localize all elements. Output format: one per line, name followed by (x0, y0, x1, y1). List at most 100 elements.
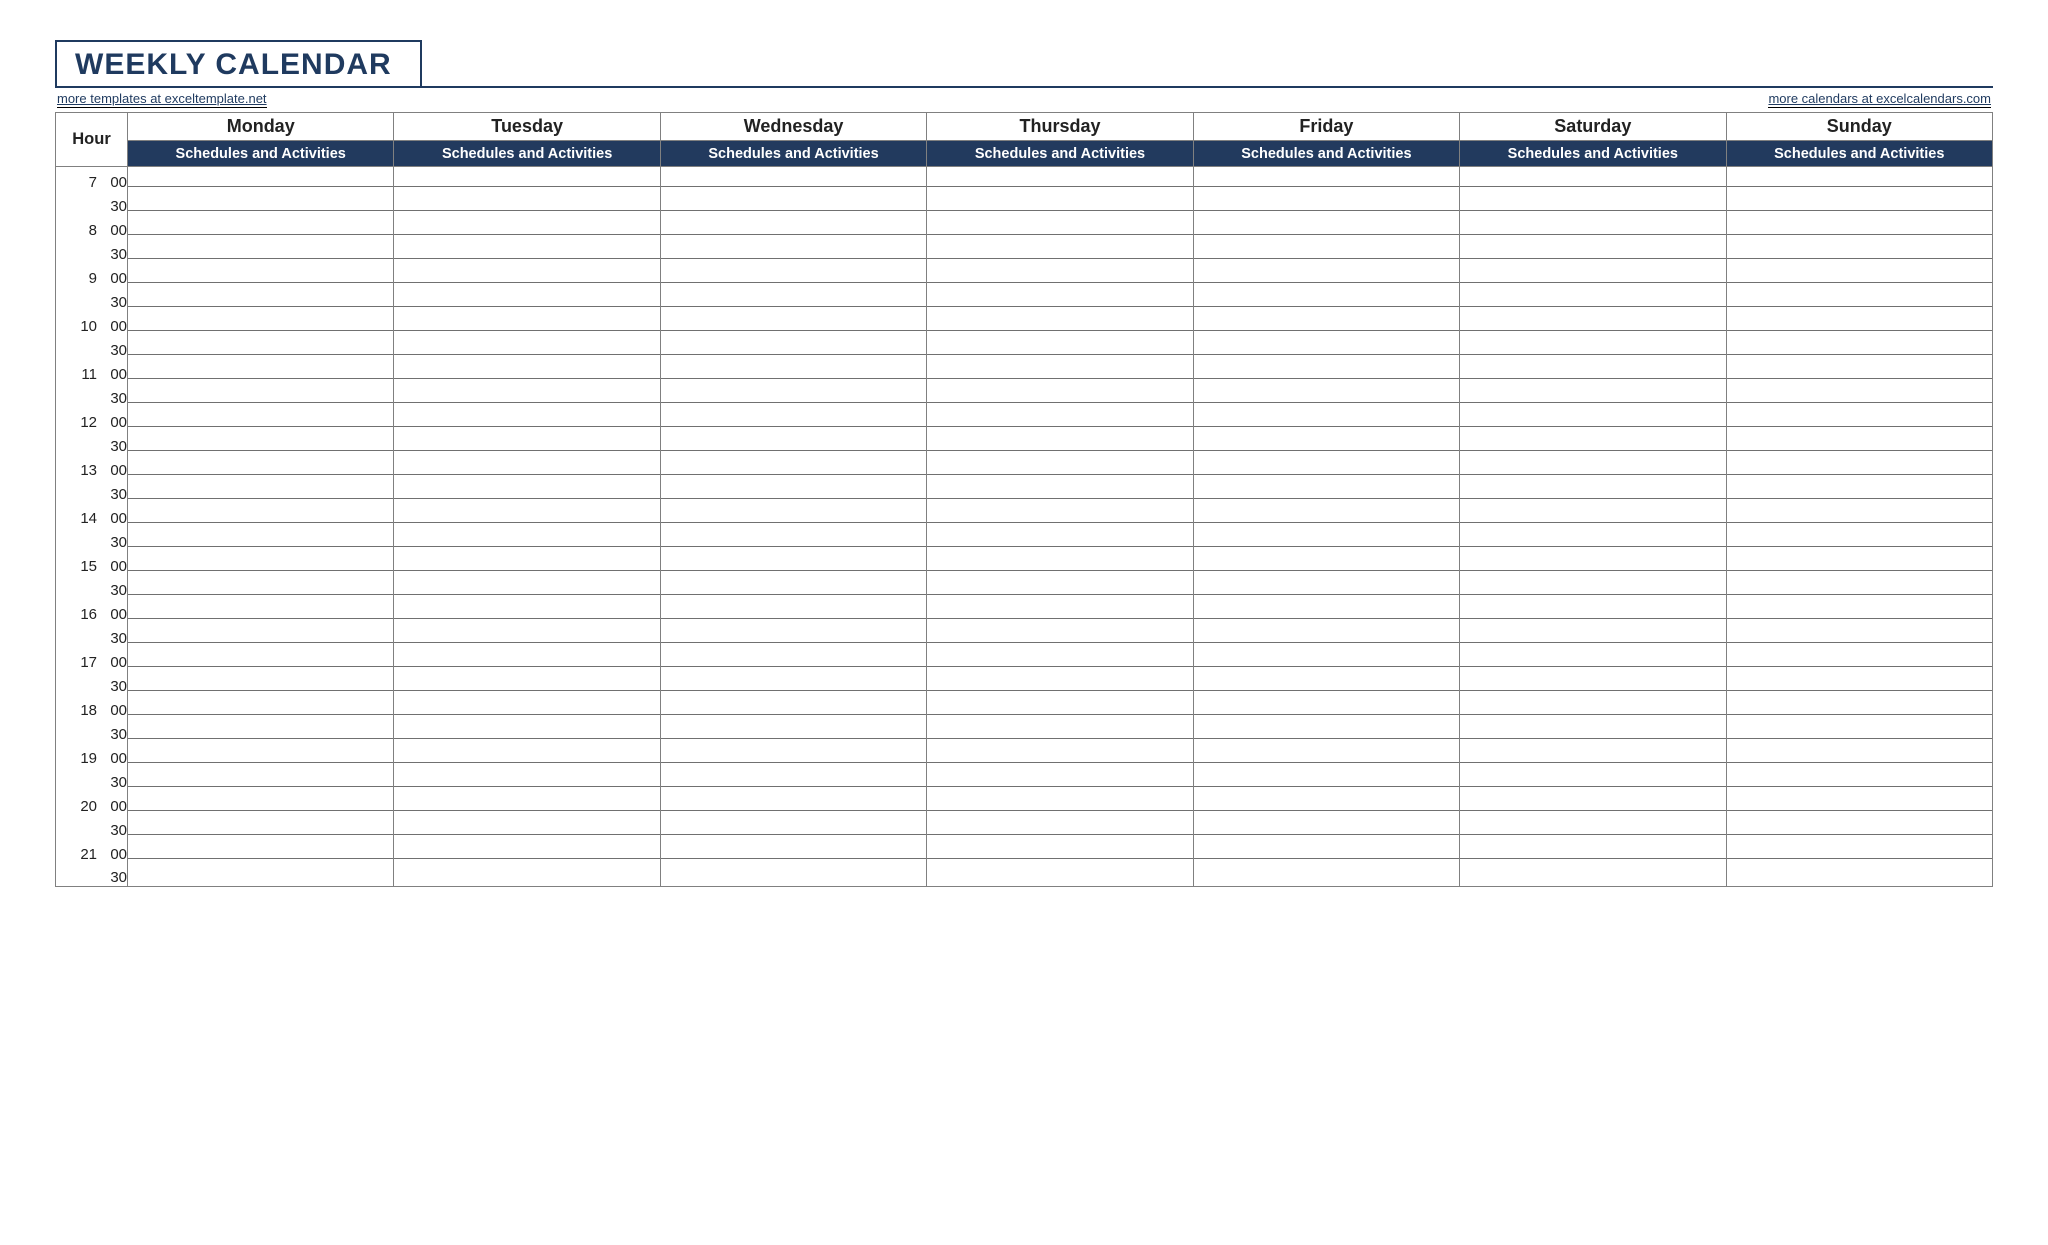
schedule-slot[interactable] (128, 335, 394, 359)
schedule-slot[interactable] (1193, 575, 1459, 599)
schedule-slot[interactable] (927, 503, 1193, 527)
schedule-slot[interactable] (1193, 503, 1459, 527)
schedule-slot[interactable] (128, 191, 394, 215)
schedule-slot[interactable] (128, 359, 394, 383)
schedule-slot[interactable] (927, 743, 1193, 767)
schedule-slot[interactable] (1193, 767, 1459, 791)
schedule-slot[interactable] (1726, 167, 1992, 191)
schedule-slot[interactable] (1460, 695, 1726, 719)
schedule-slot[interactable] (128, 167, 394, 191)
schedule-slot[interactable] (1460, 215, 1726, 239)
schedule-slot[interactable] (927, 311, 1193, 335)
schedule-slot[interactable] (660, 551, 926, 575)
schedule-slot[interactable] (1193, 191, 1459, 215)
schedule-slot[interactable] (1193, 623, 1459, 647)
schedule-slot[interactable] (128, 287, 394, 311)
schedule-slot[interactable] (128, 479, 394, 503)
schedule-slot[interactable] (394, 671, 660, 695)
schedule-slot[interactable] (128, 575, 394, 599)
schedule-slot[interactable] (128, 839, 394, 863)
schedule-slot[interactable] (128, 503, 394, 527)
schedule-slot[interactable] (1193, 263, 1459, 287)
schedule-slot[interactable] (1460, 671, 1726, 695)
schedule-slot[interactable] (394, 335, 660, 359)
schedule-slot[interactable] (128, 863, 394, 887)
schedule-slot[interactable] (128, 791, 394, 815)
schedule-slot[interactable] (1726, 359, 1992, 383)
schedule-slot[interactable] (394, 311, 660, 335)
schedule-slot[interactable] (394, 791, 660, 815)
schedule-slot[interactable] (1726, 743, 1992, 767)
schedule-slot[interactable] (1193, 551, 1459, 575)
schedule-slot[interactable] (128, 383, 394, 407)
schedule-slot[interactable] (1193, 719, 1459, 743)
schedule-slot[interactable] (660, 575, 926, 599)
schedule-slot[interactable] (394, 167, 660, 191)
schedule-slot[interactable] (1726, 431, 1992, 455)
schedule-slot[interactable] (128, 455, 394, 479)
schedule-slot[interactable] (927, 383, 1193, 407)
schedule-slot[interactable] (1726, 815, 1992, 839)
schedule-slot[interactable] (927, 239, 1193, 263)
schedule-slot[interactable] (927, 647, 1193, 671)
schedule-slot[interactable] (1726, 407, 1992, 431)
schedule-slot[interactable] (394, 623, 660, 647)
schedule-slot[interactable] (1726, 287, 1992, 311)
schedule-slot[interactable] (128, 767, 394, 791)
schedule-slot[interactable] (1193, 167, 1459, 191)
schedule-slot[interactable] (927, 623, 1193, 647)
schedule-slot[interactable] (1193, 407, 1459, 431)
schedule-slot[interactable] (128, 815, 394, 839)
schedule-slot[interactable] (660, 191, 926, 215)
schedule-slot[interactable] (1460, 647, 1726, 671)
schedule-slot[interactable] (394, 479, 660, 503)
schedule-slot[interactable] (1460, 263, 1726, 287)
schedule-slot[interactable] (128, 671, 394, 695)
schedule-slot[interactable] (660, 863, 926, 887)
schedule-slot[interactable] (1193, 527, 1459, 551)
schedule-slot[interactable] (1460, 623, 1726, 647)
schedule-slot[interactable] (394, 191, 660, 215)
schedule-slot[interactable] (128, 695, 394, 719)
schedule-slot[interactable] (1460, 503, 1726, 527)
schedule-slot[interactable] (660, 407, 926, 431)
schedule-slot[interactable] (660, 359, 926, 383)
schedule-slot[interactable] (927, 407, 1193, 431)
schedule-slot[interactable] (394, 431, 660, 455)
schedule-slot[interactable] (1726, 599, 1992, 623)
schedule-slot[interactable] (1726, 527, 1992, 551)
schedule-slot[interactable] (1460, 335, 1726, 359)
schedule-slot[interactable] (1460, 575, 1726, 599)
schedule-slot[interactable] (1193, 647, 1459, 671)
schedule-slot[interactable] (1193, 383, 1459, 407)
schedule-slot[interactable] (660, 215, 926, 239)
schedule-slot[interactable] (1460, 431, 1726, 455)
schedule-slot[interactable] (660, 479, 926, 503)
schedule-slot[interactable] (1193, 839, 1459, 863)
schedule-slot[interactable] (660, 743, 926, 767)
schedule-slot[interactable] (660, 527, 926, 551)
schedule-slot[interactable] (660, 383, 926, 407)
schedule-slot[interactable] (1726, 719, 1992, 743)
schedule-slot[interactable] (394, 647, 660, 671)
schedule-slot[interactable] (927, 863, 1193, 887)
schedule-slot[interactable] (1726, 863, 1992, 887)
schedule-slot[interactable] (660, 287, 926, 311)
schedule-slot[interactable] (660, 671, 926, 695)
schedule-slot[interactable] (927, 719, 1193, 743)
schedule-slot[interactable] (1726, 647, 1992, 671)
schedule-slot[interactable] (927, 527, 1193, 551)
schedule-slot[interactable] (927, 479, 1193, 503)
schedule-slot[interactable] (1726, 503, 1992, 527)
schedule-slot[interactable] (128, 263, 394, 287)
schedule-slot[interactable] (1726, 791, 1992, 815)
schedule-slot[interactable] (1460, 167, 1726, 191)
schedule-slot[interactable] (1193, 599, 1459, 623)
schedule-slot[interactable] (394, 239, 660, 263)
schedule-slot[interactable] (1460, 551, 1726, 575)
schedule-slot[interactable] (1193, 863, 1459, 887)
schedule-slot[interactable] (1726, 383, 1992, 407)
schedule-slot[interactable] (394, 503, 660, 527)
schedule-slot[interactable] (1193, 215, 1459, 239)
schedule-slot[interactable] (1726, 623, 1992, 647)
